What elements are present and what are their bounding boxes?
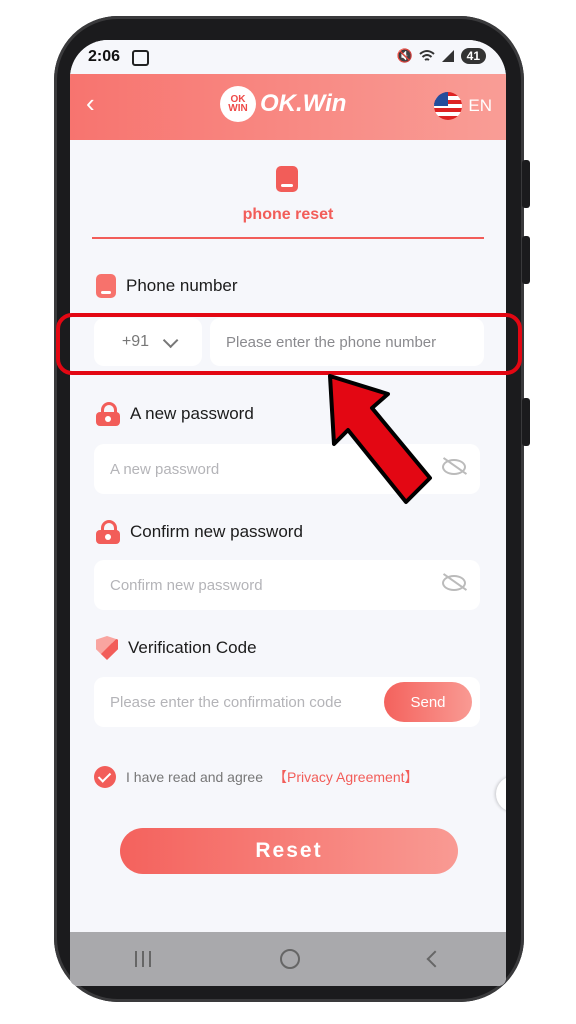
send-code-button[interactable]: Send (384, 682, 472, 722)
language-label: EN (468, 96, 492, 115)
lock-icon (96, 402, 120, 426)
back-icon[interactable] (426, 950, 444, 968)
privacy-agreement-link[interactable]: 【Privacy Agreement】 (273, 767, 419, 787)
phone-icon (96, 274, 116, 298)
language-selector[interactable]: EN (434, 92, 492, 120)
verification-label: Verification Code (128, 638, 257, 657)
confirm-password-label: Confirm new password (130, 522, 303, 541)
wifi-icon (418, 50, 435, 61)
status-bar: 2:06 🔇 41 (70, 40, 506, 74)
app-screen: 2:06 🔇 41 ‹ OK WIN OK.Win EN phone reset… (70, 40, 506, 986)
tab-underline (92, 237, 484, 239)
floating-tab[interactable] (496, 776, 506, 812)
verification-label-row: Verification Code (96, 636, 257, 660)
us-flag-icon (434, 92, 463, 120)
agreement-row: I have read and agree 【Privacy Agreement… (94, 766, 419, 788)
volume-down-button (522, 236, 530, 284)
status-time: 2:06 (88, 48, 121, 65)
status-icons: 🔇 41 (396, 48, 486, 64)
phone-icon (276, 166, 298, 192)
agreement-checkbox[interactable] (94, 766, 116, 788)
volume-up-button (522, 160, 530, 208)
confirm-password-placeholder: Confirm new password (110, 576, 263, 594)
highlight-box (56, 313, 522, 375)
battery-icon: 41 (460, 48, 486, 64)
new-password-label: A new password (130, 404, 254, 423)
home-icon[interactable] (279, 949, 300, 969)
app-logo: OK WIN OK.Win (220, 86, 346, 122)
eye-off-icon[interactable] (442, 459, 466, 475)
verification-placeholder: Please enter the confirmation code (110, 693, 342, 711)
new-password-placeholder: A new password (110, 460, 220, 478)
shield-icon (96, 636, 118, 660)
screenshot-icon (132, 50, 149, 66)
power-button (522, 398, 530, 446)
app-header: ‹ OK WIN OK.Win EN (70, 74, 506, 140)
logo-text: OK.Win (260, 90, 347, 117)
recent-apps-icon[interactable] (134, 951, 151, 967)
system-nav-bar (70, 932, 506, 986)
back-arrow-icon[interactable]: ‹ (86, 90, 95, 116)
agreement-text: I have read and agree (126, 769, 263, 785)
phone-number-label-row: Phone number (96, 274, 238, 298)
confirm-password-input[interactable]: Confirm new password (94, 560, 480, 610)
signal-icon (441, 50, 454, 62)
confirm-password-label-row: Confirm new password (96, 520, 303, 544)
mute-icon: 🔇 (396, 48, 413, 63)
tab-phone-reset[interactable]: phone reset (70, 206, 506, 224)
new-password-label-row: A new password (96, 402, 254, 426)
lock-icon (96, 520, 120, 544)
eye-off-icon[interactable] (442, 575, 466, 591)
pointer-arrow-icon (328, 374, 432, 504)
logo-badge: OK WIN (220, 86, 256, 122)
phone-number-label: Phone number (126, 276, 238, 295)
reset-button[interactable]: Reset (120, 828, 458, 874)
